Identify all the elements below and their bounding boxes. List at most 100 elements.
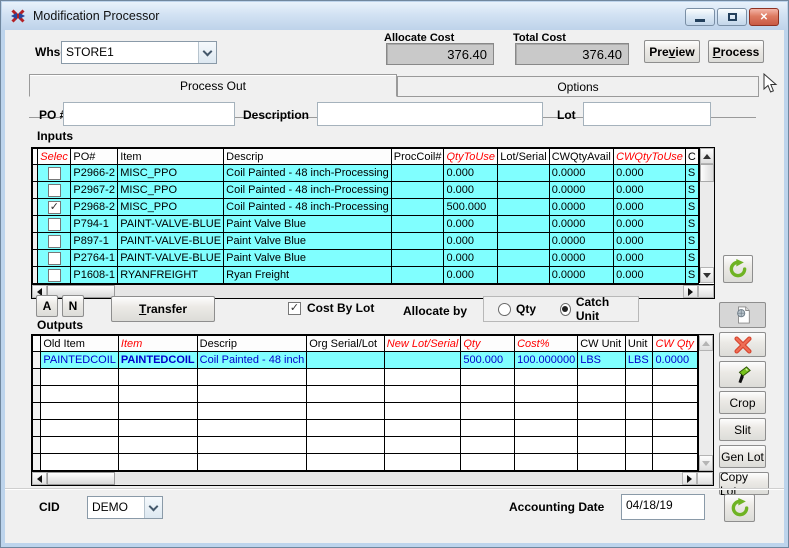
grid-cell[interactable]: 0.000 <box>613 215 686 233</box>
row-select-checkbox[interactable]: ✓ <box>47 200 61 214</box>
grid-cell[interactable] <box>306 453 385 471</box>
cost-by-lot-option[interactable]: ✓ Cost By Lot <box>288 301 374 315</box>
grid-cell[interactable] <box>514 419 579 437</box>
grid-cell[interactable]: S <box>684 249 699 267</box>
select-all-button[interactable]: A <box>36 295 58 317</box>
label-gun-button[interactable] <box>719 361 766 388</box>
grid-cell[interactable] <box>383 402 462 420</box>
grid-cell[interactable]: S <box>684 164 699 182</box>
grid-cell[interactable] <box>390 164 445 182</box>
cid-dropdown-button[interactable] <box>144 497 162 518</box>
grid-cell[interactable]: P2967-2 <box>70 181 119 199</box>
grid-cell[interactable] <box>390 232 445 250</box>
scroll-down-button[interactable] <box>698 455 713 471</box>
grid-cell[interactable] <box>383 351 462 369</box>
grid-cell[interactable] <box>117 368 198 386</box>
grid-cell[interactable]: 0.000 <box>613 198 686 216</box>
grid-cell[interactable] <box>577 368 626 386</box>
grid-cell[interactable] <box>31 402 42 420</box>
grid-cell[interactable] <box>624 385 654 403</box>
minimize-button[interactable] <box>685 8 715 26</box>
grid-cell[interactable]: 0.0000 <box>652 351 698 369</box>
grid-cell[interactable]: Ryan Freight <box>223 266 392 284</box>
grid-cell[interactable] <box>31 385 42 403</box>
grid-cell[interactable] <box>514 385 579 403</box>
grid-cell[interactable] <box>390 215 445 233</box>
grid-cell[interactable]: 100.000000 <box>514 351 579 369</box>
grid-cell[interactable] <box>497 164 550 182</box>
grid-cell[interactable]: Coil Painted - 48 inch-Processing <box>223 181 392 199</box>
grid-cell[interactable] <box>383 419 462 437</box>
grid-cell[interactable]: P2764-1 <box>70 249 119 267</box>
copy-lot-button[interactable]: Copy Lot <box>719 470 769 498</box>
grid-cell[interactable]: S <box>684 181 699 199</box>
grid-cell[interactable] <box>40 368 119 386</box>
grid-cell[interactable]: 0.0000 <box>548 215 615 233</box>
grid-cell[interactable] <box>577 436 626 454</box>
grid-cell[interactable]: PAINT-VALVE-BLUE <box>117 232 225 250</box>
radio-qty[interactable]: Qty <box>498 302 536 316</box>
description-input[interactable] <box>317 102 543 126</box>
grid-cell[interactable] <box>624 368 654 386</box>
grid-cell[interactable] <box>383 385 462 403</box>
scroll-right-button[interactable] <box>683 285 698 298</box>
grid-cell[interactable] <box>652 385 698 403</box>
grid-cell[interactable] <box>196 453 308 471</box>
grid-cell[interactable]: S <box>684 232 699 250</box>
close-button[interactable]: ✕ <box>749 8 779 26</box>
row-select-checkbox[interactable] <box>47 183 61 197</box>
scroll-left-button[interactable] <box>32 472 47 485</box>
grid-cell[interactable]: MISC_PPO <box>117 181 225 199</box>
grid-cell[interactable]: 500.000 <box>460 351 516 369</box>
grid-cell[interactable] <box>196 402 308 420</box>
lot-input[interactable] <box>583 102 711 126</box>
grid-cell[interactable] <box>624 402 654 420</box>
inputs-vscrollbar[interactable] <box>698 148 714 283</box>
grid-cell[interactable] <box>652 453 698 471</box>
grid-cell[interactable] <box>577 419 626 437</box>
grid-cell[interactable] <box>390 181 445 199</box>
grid-cell[interactable]: 0.000 <box>443 232 499 250</box>
grid-cell[interactable] <box>460 419 516 437</box>
grid-cell[interactable] <box>383 436 462 454</box>
grid-cell[interactable]: S <box>684 198 699 216</box>
grid-cell[interactable] <box>624 453 654 471</box>
grid-cell[interactable] <box>577 402 626 420</box>
grid-cell[interactable] <box>624 419 654 437</box>
outputs-vscrollbar[interactable] <box>697 335 713 471</box>
grid-cell[interactable]: P2968-2 <box>70 198 119 216</box>
grid-cell[interactable] <box>497 232 550 250</box>
grid-cell[interactable]: P1608-1 <box>70 266 119 284</box>
grid-cell[interactable]: LBS <box>624 351 654 369</box>
grid-cell[interactable] <box>196 419 308 437</box>
grid-cell[interactable] <box>31 368 42 386</box>
grid-cell[interactable] <box>383 453 462 471</box>
grid-cell[interactable] <box>652 368 698 386</box>
grid-cell[interactable]: Coil Painted - 48 inch <box>196 351 308 369</box>
document-icon-button[interactable] <box>719 302 766 328</box>
outputs-hscrollbar[interactable] <box>32 471 713 485</box>
grid-cell[interactable]: 0.0000 <box>548 232 615 250</box>
scrollbar-thumb[interactable] <box>699 164 714 182</box>
grid-cell[interactable] <box>196 436 308 454</box>
grid-cell[interactable]: MISC_PPO <box>117 164 225 182</box>
grid-cell[interactable]: 500.000 <box>443 198 499 216</box>
grid-cell[interactable] <box>497 181 550 199</box>
grid-cell[interactable] <box>31 436 42 454</box>
grid-cell[interactable] <box>460 385 516 403</box>
scroll-up-button[interactable] <box>699 148 714 164</box>
tab-options[interactable]: Options <box>397 76 759 97</box>
grid-cell[interactable]: 0.000 <box>443 164 499 182</box>
grid-cell[interactable]: Coil Painted - 48 inch-Processing <box>223 164 392 182</box>
scroll-right-button[interactable] <box>682 472 697 485</box>
grid-cell[interactable] <box>117 402 198 420</box>
grid-cell[interactable] <box>460 368 516 386</box>
row-selector[interactable] <box>31 351 42 369</box>
grid-cell[interactable]: Paint Valve Blue <box>223 215 392 233</box>
tab-process-out[interactable]: Process Out <box>29 74 397 97</box>
grid-cell[interactable] <box>306 402 385 420</box>
grid-cell[interactable] <box>497 215 550 233</box>
grid-cell[interactable] <box>460 402 516 420</box>
grid-cell[interactable] <box>390 249 445 267</box>
cid-select[interactable]: DEMO <box>87 496 163 519</box>
